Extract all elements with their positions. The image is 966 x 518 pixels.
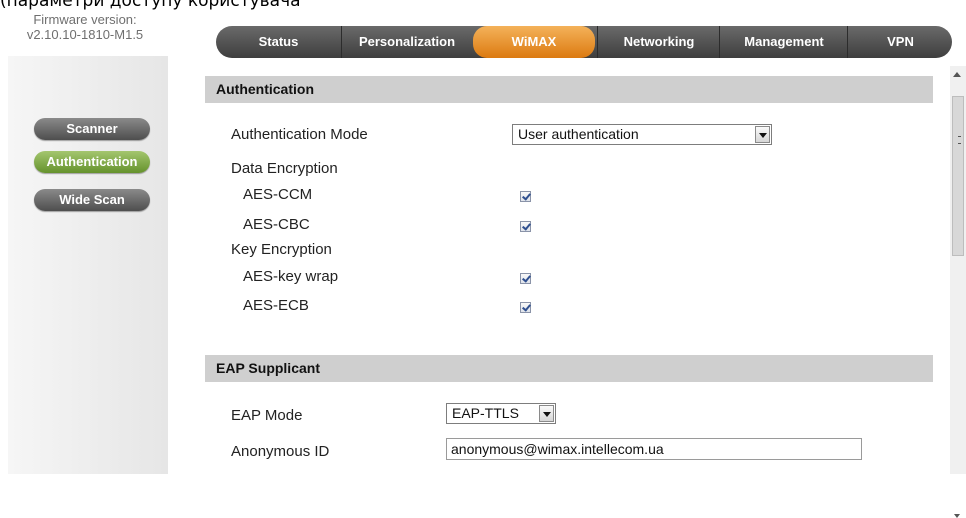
aes-ccm-label: AES-CCM xyxy=(243,186,313,203)
anonymous-id-input[interactable]: anonymous@wimax.intellecom.ua xyxy=(446,438,862,460)
sidebar: Scanner Authentication Wide Scan xyxy=(8,56,168,474)
sidebar-item-wide-scan[interactable]: Wide Scan xyxy=(34,189,150,211)
firmware-version: v2.10.10-1810-M1.5 xyxy=(26,27,144,42)
tab-management[interactable]: Management xyxy=(719,26,848,58)
authentication-mode-label: Authentication Mode xyxy=(231,126,368,143)
page-caption: (параметри доступу користувача). xyxy=(0,0,300,11)
authentication-mode-value: User authentication xyxy=(518,126,639,142)
scroll-thumb[interactable] xyxy=(952,96,964,256)
tab-networking[interactable]: Networking xyxy=(597,26,720,58)
scroll-up-arrow-icon[interactable] xyxy=(953,72,961,77)
chevron-down-icon[interactable] xyxy=(539,405,554,422)
scrollbar[interactable] xyxy=(950,66,966,518)
sidebar-item-authentication[interactable]: Authentication xyxy=(34,151,150,173)
eap-section-header: EAP Supplicant xyxy=(205,355,933,382)
tab-personalization[interactable]: Personalization xyxy=(341,26,472,58)
scroll-grip-icon xyxy=(958,136,961,144)
sidebar-item-scanner[interactable]: Scanner xyxy=(34,118,150,140)
aes-cbc-checkbox[interactable] xyxy=(520,221,531,232)
tab-vpn[interactable]: VPN xyxy=(847,26,952,58)
aes-cbc-label: AES-CBC xyxy=(243,216,310,233)
aes-ecb-checkbox[interactable] xyxy=(520,302,531,313)
aes-keywrap-checkbox[interactable] xyxy=(520,273,531,284)
authentication-section-header: Authentication xyxy=(205,76,933,103)
firmware-info: Firmware version: v2.10.10-1810-M1.5 xyxy=(0,12,170,42)
key-encryption-label: Key Encryption xyxy=(231,241,332,258)
eap-mode-label: EAP Mode xyxy=(231,407,303,424)
data-encryption-label: Data Encryption xyxy=(231,160,338,177)
aes-ecb-label: AES-ECB xyxy=(243,297,309,314)
main-tab-bar: Status Personalization WiMAX Networking … xyxy=(216,26,952,58)
firmware-label: Firmware version: xyxy=(33,12,137,27)
authentication-mode-select[interactable]: User authentication xyxy=(512,124,772,145)
chevron-down-icon[interactable] xyxy=(755,126,770,143)
eap-mode-value: EAP-TTLS xyxy=(452,405,519,421)
main-content: Authentication Authentication Mode User … xyxy=(205,74,933,474)
anonymous-id-label: Anonymous ID xyxy=(231,443,330,460)
tab-wimax[interactable]: WiMAX xyxy=(473,26,595,58)
tab-status[interactable]: Status xyxy=(216,26,341,58)
scroll-down-arrow-icon[interactable] xyxy=(954,514,960,518)
aes-ccm-checkbox[interactable] xyxy=(520,191,531,202)
eap-mode-select[interactable]: EAP-TTLS xyxy=(446,403,556,424)
aes-keywrap-label: AES-key wrap xyxy=(243,268,339,285)
